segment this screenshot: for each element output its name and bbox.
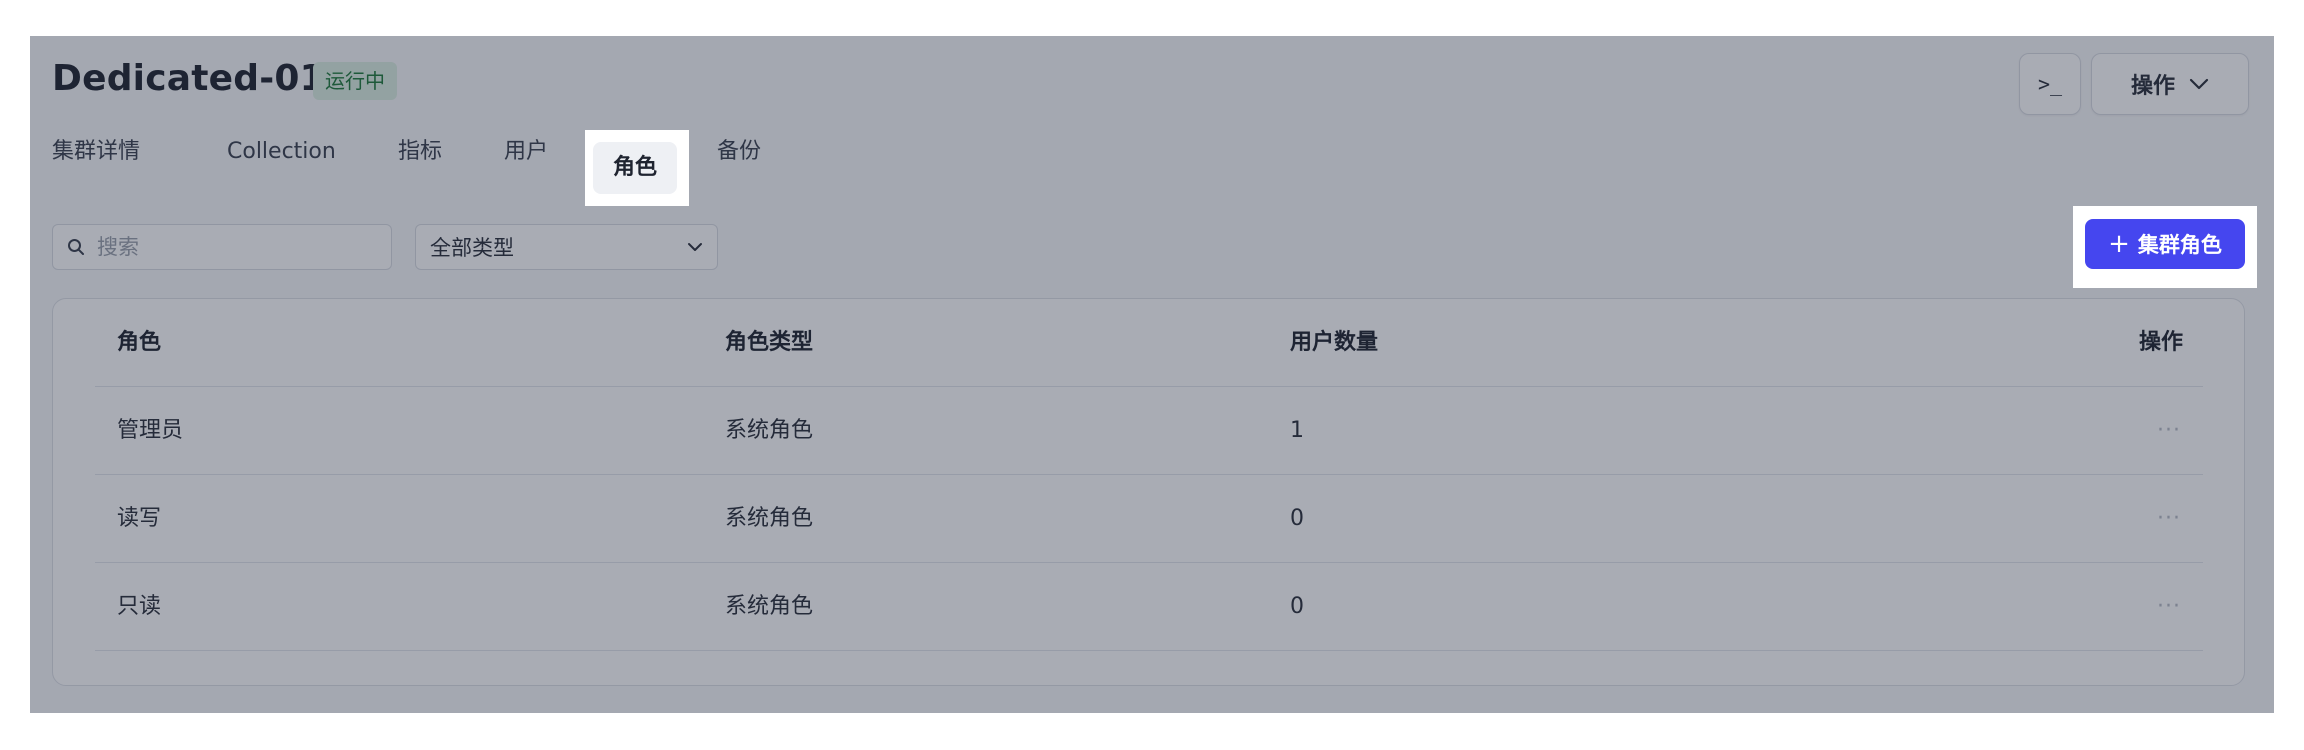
tab-label: 备份 (717, 139, 762, 164)
role-type-select-value: 全部类型 (430, 236, 514, 260)
cluster-detail-page: Dedicated-01 运行中 >_ 操作 集群详情 Collection 指… (30, 36, 2274, 713)
user-count: 0 (1290, 594, 1304, 619)
role-name: 读写 (117, 506, 162, 531)
tab-roles[interactable]: 角色 (593, 138, 681, 198)
status-badge: 运行中 (313, 62, 397, 100)
column-header-role: 角色 (117, 330, 162, 355)
user-count: 0 (1290, 506, 1304, 531)
role-type-select[interactable]: 全部类型 (415, 224, 718, 270)
tab-backup[interactable]: 备份 (717, 122, 761, 182)
tab-users[interactable]: 用户 (504, 122, 548, 182)
role-type: 系统角色 (725, 594, 814, 619)
more-icon[interactable]: ··· (2157, 475, 2181, 563)
more-icon[interactable]: ··· (2157, 387, 2181, 475)
terminal-button[interactable]: >_ (2019, 53, 2081, 115)
role-type: 系统角色 (725, 418, 814, 443)
tab-cluster-details[interactable]: 集群详情 (52, 122, 140, 182)
tab-label: Collection (227, 139, 336, 164)
tab-label: 角色 (593, 142, 678, 194)
plus-icon: + (2108, 229, 2130, 259)
table-row: 读写 系统角色 0 ··· (95, 475, 2203, 563)
table-row: 管理员 系统角色 1 ··· (95, 387, 2203, 475)
tab-collection[interactable]: Collection (227, 122, 336, 182)
add-cluster-role-button[interactable]: + 集群角色 (2085, 219, 2245, 269)
tab-label: 用户 (504, 139, 549, 164)
role-name: 管理员 (117, 418, 184, 443)
more-icon[interactable]: ··· (2157, 563, 2181, 651)
tab-metrics[interactable]: 指标 (398, 122, 442, 182)
chevron-down-icon (688, 243, 702, 251)
column-header-user-count: 用户数量 (1290, 330, 1379, 355)
actions-label: 操作 (2130, 74, 2175, 99)
actions-dropdown-button[interactable]: 操作 (2091, 53, 2249, 115)
roles-table: 角色 角色类型 用户数量 操作 管理员 系统角色 1 ··· 读写 系统角色 0… (52, 298, 2245, 686)
tab-label: 集群详情 (52, 139, 141, 164)
role-type: 系统角色 (725, 506, 814, 531)
add-role-label: 集群角色 (2137, 233, 2222, 257)
column-header-actions: 操作 (2138, 330, 2183, 355)
column-header-role-type: 角色类型 (725, 330, 814, 355)
page-title: Dedicated-01 (52, 58, 325, 99)
table-header-row: 角色 角色类型 用户数量 操作 (95, 299, 2203, 387)
tab-roles-highlight: 角色 (585, 130, 689, 206)
chevron-down-icon (2189, 78, 2209, 90)
role-name: 只读 (117, 594, 162, 619)
tab-label: 指标 (398, 139, 443, 164)
table-row: 只读 系统角色 0 ··· (95, 563, 2203, 651)
terminal-icon: >_ (2037, 72, 2063, 96)
user-count: 1 (1290, 418, 1304, 443)
search-box (52, 224, 392, 270)
add-role-highlight: + 集群角色 (2073, 206, 2257, 288)
search-icon (68, 239, 84, 255)
search-input[interactable] (95, 234, 359, 260)
